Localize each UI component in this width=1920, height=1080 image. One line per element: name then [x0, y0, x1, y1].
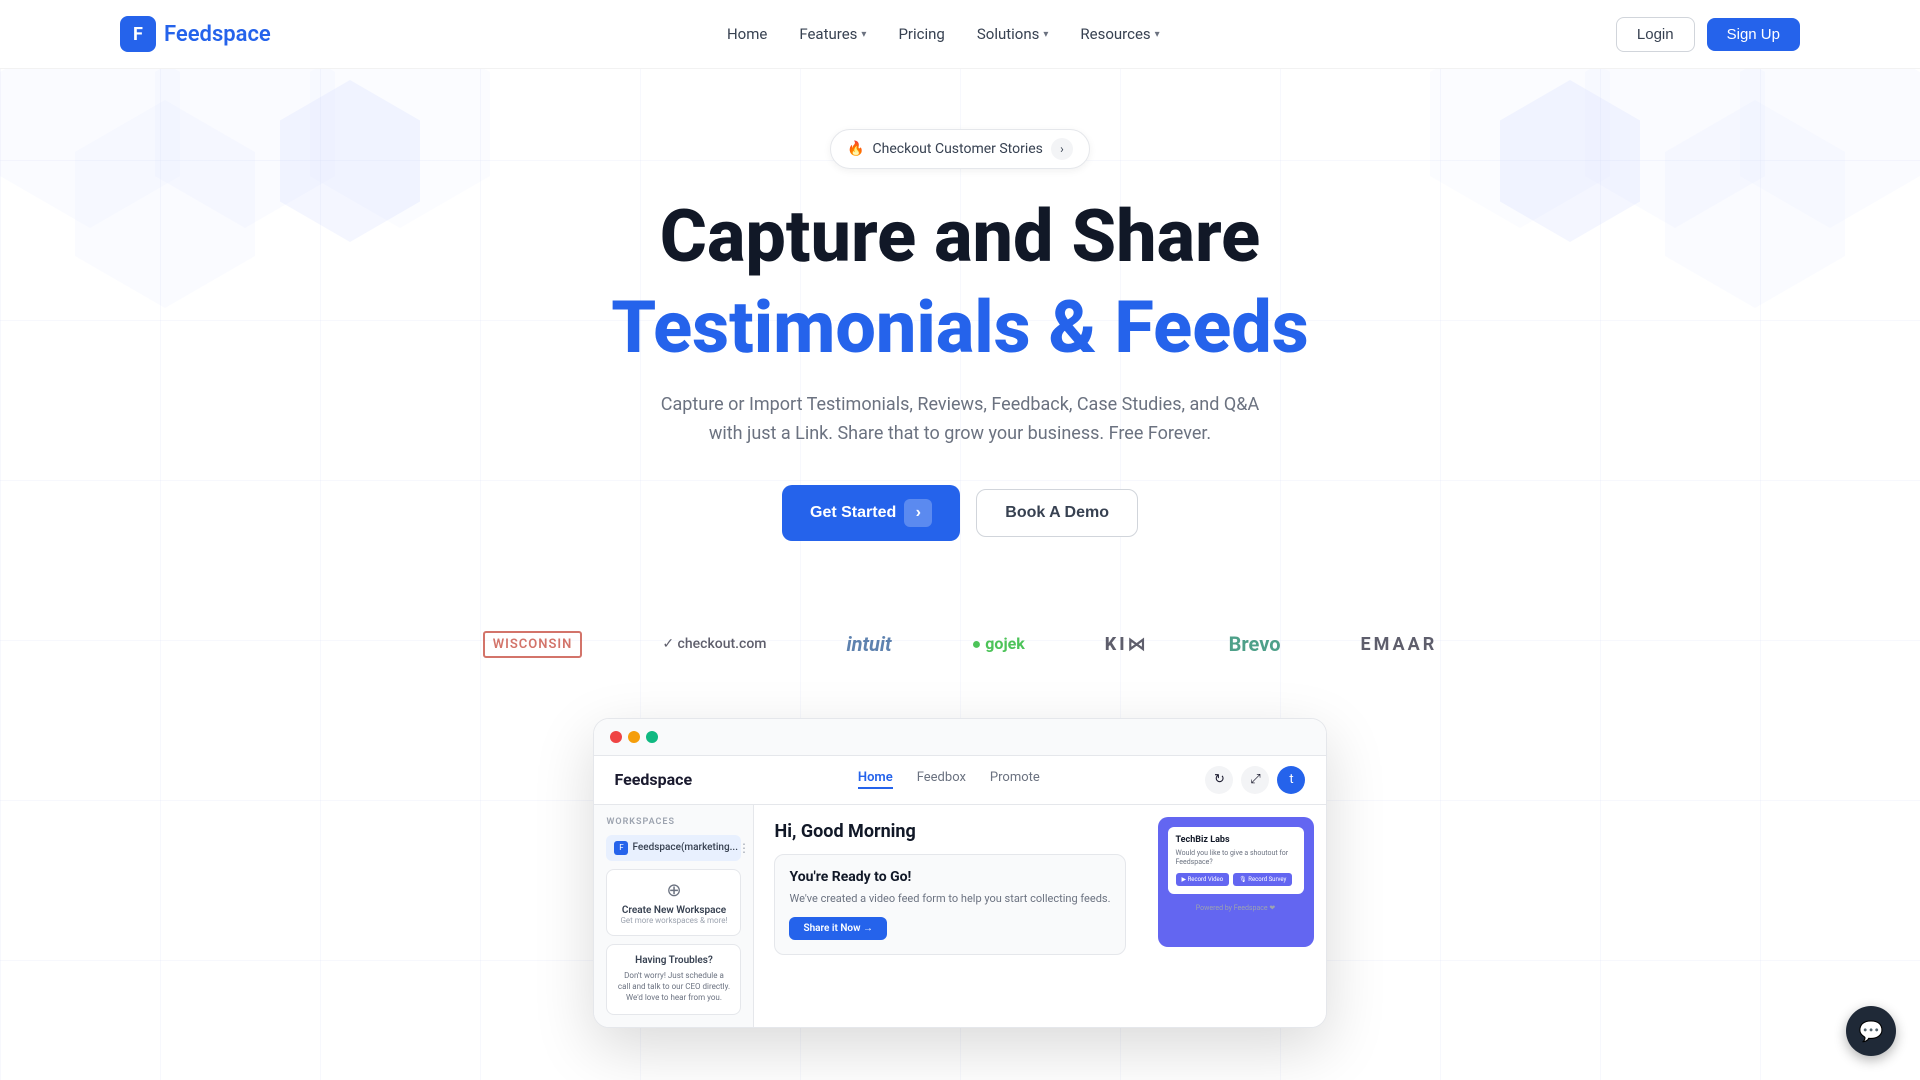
titlebar-maximize[interactable]: [646, 731, 658, 743]
app-icon-user[interactable]: t: [1277, 766, 1305, 794]
logo-checkout: ✓ checkout.com: [662, 636, 766, 652]
app-icon-share[interactable]: ⤢: [1241, 766, 1269, 794]
nav-links: Home Features ▾ Pricing Solutions ▾ Reso…: [727, 25, 1160, 43]
nav-resources[interactable]: Resources ▾: [1080, 25, 1159, 43]
app-screenshot: Feedspace Home Feedbox Promote ↻ ⤢ t WOR…: [593, 718, 1326, 1028]
app-nav-feedbox[interactable]: Feedbox: [917, 770, 966, 789]
app-nav-promote[interactable]: Promote: [990, 770, 1040, 789]
badge-icon: 🔥: [847, 141, 864, 157]
nav-home[interactable]: Home: [727, 25, 767, 43]
chat-icon: 💬: [1859, 1019, 1884, 1043]
app-right-panel: TechBiz Labs Would you like to give a sh…: [1146, 805, 1326, 1027]
app-body: WORKSPACES F Feedspace(marketing... ⋮ ⊕ …: [594, 805, 1325, 1027]
app-screenshot-container: Feedspace Home Feedbox Promote ↻ ⤢ t WOR…: [0, 688, 1920, 1068]
nav-solutions[interactable]: Solutions ▾: [977, 25, 1049, 43]
logo-intuit: intuit: [846, 632, 891, 656]
app-nav: Feedspace Home Feedbox Promote ↻ ⤢ t: [594, 756, 1325, 805]
hero-badge[interactable]: 🔥 Checkout Customer Stories ›: [830, 129, 1090, 169]
logo-brevo: Brevo: [1229, 632, 1281, 656]
app-nav-links: Home Feedbox Promote: [858, 770, 1040, 789]
hero-title-line1: Capture and Share: [200, 197, 1720, 276]
create-workspace-icon: ⊕: [617, 880, 730, 901]
app-create-workspace[interactable]: ⊕ Create New Workspace Get more workspac…: [606, 869, 741, 936]
app-troubles-sub: Don't worry! Just schedule a call and ta…: [617, 970, 730, 1004]
logo-emaar: EMAAR: [1361, 634, 1438, 655]
signup-button[interactable]: Sign Up: [1707, 18, 1800, 51]
hero-subtitle: Capture or Import Testimonials, Reviews,…: [650, 391, 1270, 449]
app-share-button[interactable]: Share it Now →: [789, 917, 886, 940]
hero-section: 🔥 Checkout Customer Stories › Capture an…: [0, 69, 1920, 581]
app-demo-question: Would you like to give a shoutout for Fe…: [1176, 849, 1296, 867]
app-workspace-name: Feedspace(marketing...: [632, 842, 738, 853]
titlebar-close[interactable]: [610, 731, 622, 743]
app-nav-icons: ↻ ⤢ t: [1205, 766, 1305, 794]
app-sidebar-label: WORKSPACES: [606, 817, 741, 827]
badge-text: Checkout Customer Stories: [873, 141, 1043, 157]
hero-buttons: Get Started › Book A Demo: [200, 485, 1720, 541]
app-workspace-item[interactable]: F Feedspace(marketing... ⋮: [606, 835, 741, 861]
book-demo-button[interactable]: Book A Demo: [976, 489, 1138, 537]
app-demo-btn-audio[interactable]: 🎙 Record Survey: [1233, 873, 1292, 886]
logo-icon: F: [120, 16, 156, 52]
app-nav-home[interactable]: Home: [858, 770, 893, 789]
logo[interactable]: F Feedspace: [120, 16, 271, 52]
app-demo-inner: TechBiz Labs Would you like to give a sh…: [1168, 827, 1304, 894]
logo-gojek: ● gojek: [972, 634, 1025, 654]
app-demo-btn-video[interactable]: ▶ Record Video: [1176, 873, 1230, 886]
logo-text: Feedspace: [164, 22, 271, 47]
nav-actions: Login Sign Up: [1616, 17, 1800, 52]
logo-kia: KI⋈: [1105, 634, 1149, 655]
app-demo-title: TechBiz Labs: [1176, 835, 1296, 845]
app-demo-buttons: ▶ Record Video 🎙 Record Survey: [1176, 873, 1296, 886]
app-powered-by: Powered by Feedspace ❤: [1158, 904, 1314, 912]
app-greeting: Hi, Good Morning: [774, 821, 1125, 842]
app-demo-card: TechBiz Labs Would you like to give a sh…: [1158, 817, 1314, 947]
login-button[interactable]: Login: [1616, 17, 1695, 52]
app-brand: Feedspace: [614, 770, 692, 789]
nav-pricing[interactable]: Pricing: [898, 25, 944, 43]
logo-wisconsin: WISCONSIN: [483, 631, 583, 658]
app-troubles-title: Having Troubles?: [617, 955, 730, 966]
get-started-button[interactable]: Get Started ›: [782, 485, 960, 541]
app-main: Hi, Good Morning You're Ready to Go! We'…: [754, 805, 1145, 1027]
app-ready-card: You're Ready to Go! We've created a vide…: [774, 854, 1125, 955]
app-titlebar: [594, 719, 1325, 756]
app-sidebar: WORKSPACES F Feedspace(marketing... ⋮ ⊕ …: [594, 805, 754, 1027]
app-create-ws-sub: Get more workspaces & more!: [617, 916, 730, 925]
titlebar-minimize[interactable]: [628, 731, 640, 743]
logos-section: WISCONSIN ✓ checkout.com intuit ● gojek …: [0, 601, 1920, 688]
hero-title-line2: Testimonials & Feeds: [200, 288, 1720, 367]
arrow-icon: ›: [904, 499, 932, 527]
badge-arrow: ›: [1051, 138, 1073, 160]
chat-bubble[interactable]: 💬: [1846, 1006, 1896, 1056]
app-icon-refresh[interactable]: ↻: [1205, 766, 1233, 794]
nav-features[interactable]: Features ▾: [799, 25, 866, 43]
app-create-ws-title: Create New Workspace: [617, 905, 730, 916]
app-ready-sub: We've created a video feed form to help …: [789, 891, 1110, 906]
app-ready-title: You're Ready to Go!: [789, 869, 1110, 885]
navbar: F Feedspace Home Features ▾ Pricing Solu…: [0, 0, 1920, 69]
app-troubles-card: Having Troubles? Don't worry! Just sched…: [606, 944, 741, 1015]
